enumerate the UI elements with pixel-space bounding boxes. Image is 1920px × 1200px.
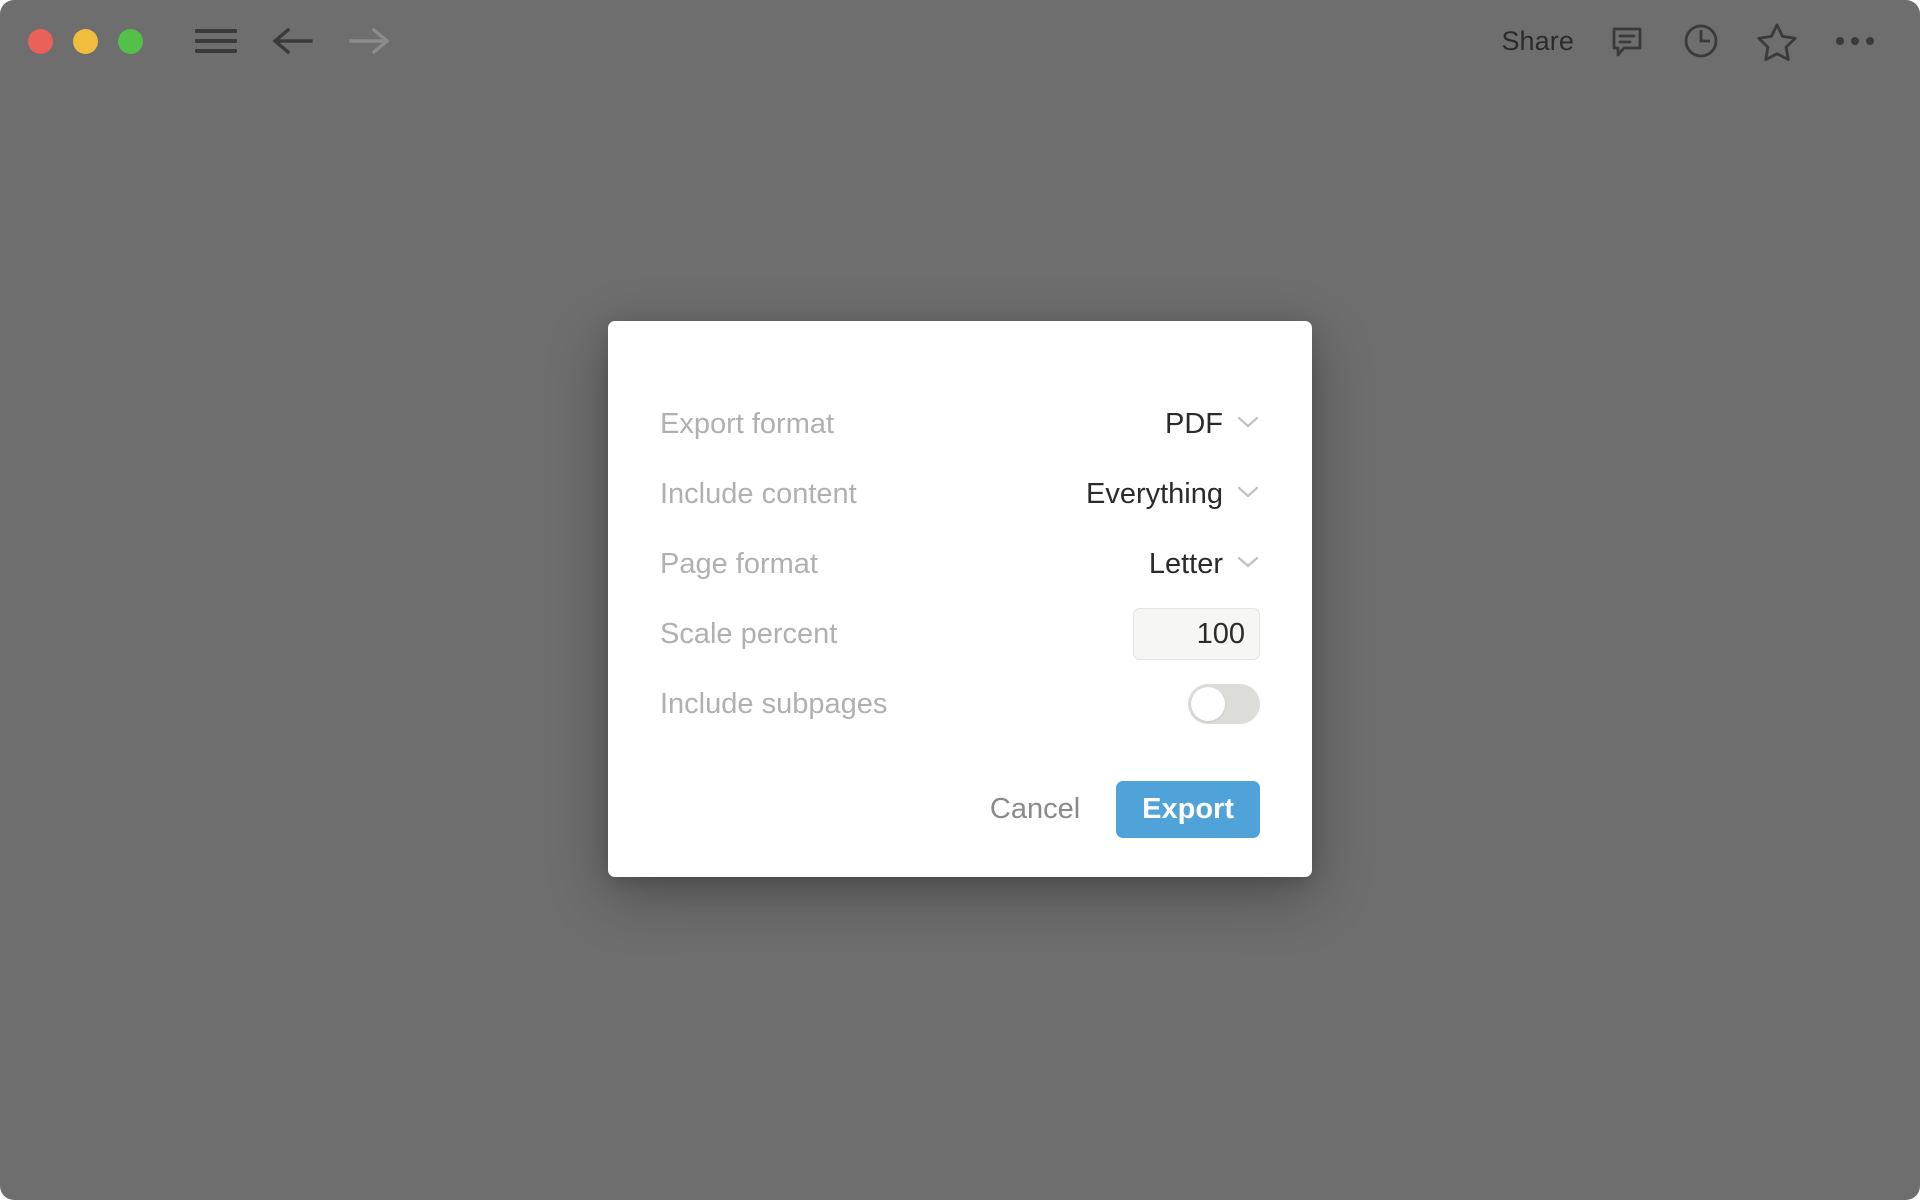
include-subpages-control — [1188, 684, 1260, 724]
row-page-format: Page format Letter — [660, 529, 1260, 599]
modal-layer: Export format PDF Include content Everyt… — [0, 0, 1920, 1200]
include-content-select[interactable]: Everything — [1086, 478, 1260, 511]
dialog-actions: Cancel Export — [660, 781, 1260, 838]
include-content-label: Include content — [660, 477, 857, 510]
export-format-label: Export format — [660, 407, 835, 440]
include-subpages-toggle[interactable] — [1188, 684, 1260, 724]
toggle-knob — [1191, 687, 1225, 721]
chevron-down-icon — [1236, 555, 1260, 574]
row-scale-percent: Scale percent — [660, 599, 1260, 669]
export-format-select[interactable]: PDF — [1165, 408, 1260, 441]
scale-percent-label: Scale percent — [660, 617, 838, 650]
chevron-down-icon — [1236, 485, 1260, 504]
include-subpages-label: Include subpages — [660, 687, 888, 720]
export-format-value: PDF — [1165, 407, 1223, 440]
chevron-down-icon — [1236, 415, 1260, 434]
export-button[interactable]: Export — [1116, 781, 1260, 838]
include-content-value: Everything — [1085, 477, 1223, 510]
row-include-content: Include content Everything — [660, 459, 1260, 529]
page-format-select[interactable]: Letter — [1149, 548, 1260, 581]
cancel-button[interactable]: Cancel — [986, 785, 1084, 834]
export-options-list: Export format PDF Include content Everyt… — [660, 321, 1260, 739]
row-include-subpages: Include subpages — [660, 669, 1260, 739]
page-format-label: Page format — [660, 547, 818, 580]
app-window: Share Export format PDF Include content … — [0, 0, 1920, 1200]
export-dialog: Export format PDF Include content Everyt… — [608, 321, 1312, 877]
page-format-value: Letter — [1148, 547, 1223, 580]
scale-percent-input[interactable] — [1133, 608, 1260, 660]
row-export-format: Export format PDF — [660, 389, 1260, 459]
scale-percent-control — [1133, 608, 1260, 660]
